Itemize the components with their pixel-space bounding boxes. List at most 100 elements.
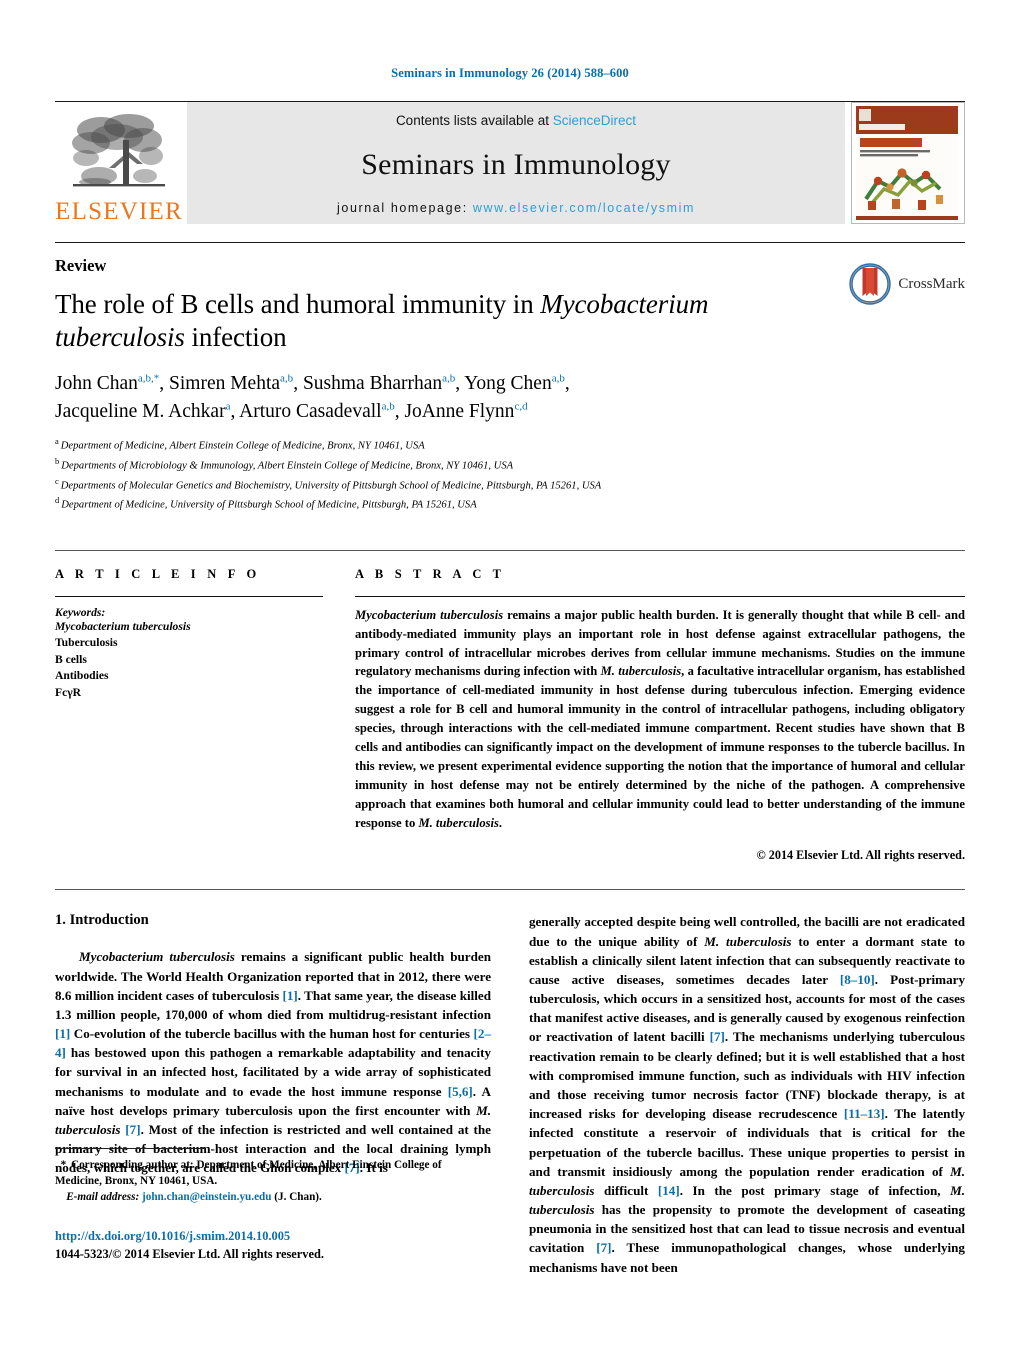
- intro-text-c: Co-evolution of the tubercle bacillus wi…: [70, 1026, 474, 1042]
- crossmark-badge[interactable]: CrossMark: [849, 263, 965, 305]
- affiliation-mark: d: [55, 495, 60, 506]
- title-genus: Mycobacterium: [540, 289, 709, 319]
- intro-mtb-2: M. tuberculosis: [704, 933, 792, 949]
- title-species: tuberculosis: [55, 321, 185, 352]
- author-affil-marks: a,b: [280, 372, 294, 385]
- intro-lead-italic: Mycobacterium tuberculosis: [78, 949, 235, 965]
- elsevier-tree-icon: [72, 114, 165, 187]
- intro-r-text-g: . In the post primary stage of infection…: [679, 1182, 951, 1198]
- citation-ref[interactable]: [7]: [710, 1029, 725, 1044]
- intro-text-d: has bestowed upon this pathogen a remark…: [55, 1045, 491, 1099]
- corresponding-author-note: * Corresponding author at: Department of…: [55, 1157, 491, 1189]
- page-title: The role of B cells and humoral immunity…: [55, 288, 745, 354]
- citation-ref[interactable]: [14]: [658, 1183, 680, 1198]
- author-affil-marks: a,b: [442, 372, 456, 385]
- email-owner: (J. Chan).: [271, 1191, 322, 1204]
- running-head: Seminars in Immunology 26 (2014) 588–600: [391, 66, 629, 80]
- citation-ref[interactable]: [1]: [283, 988, 298, 1003]
- info-abstract-section: A R T I C L E I N F O Keywords: Mycobact…: [55, 549, 965, 864]
- author-name[interactable]: Simren Mehta: [169, 373, 280, 394]
- abstract-column: A B S T R A C T Mycobacterium tuberculos…: [355, 567, 965, 864]
- author-name[interactable]: John Chan: [55, 373, 138, 394]
- affiliation-mark: a: [55, 436, 59, 447]
- email-note: E-mail address: john.chan@einstein.yu.ed…: [55, 1189, 491, 1205]
- journal-cover-thumbnail: [851, 102, 965, 224]
- email-link[interactable]: john.chan@einstein.yu.edu: [142, 1191, 271, 1203]
- affiliation-text: Departments of Molecular Genetics and Bi…: [60, 480, 602, 492]
- elsevier-logo: ELSEVIER: [55, 102, 183, 224]
- cover-artwork-icon: [852, 103, 962, 223]
- doi-link[interactable]: http://dx.doi.org/10.1016/j.smim.2014.10…: [55, 1228, 491, 1246]
- citation-ref[interactable]: [7]: [125, 1122, 140, 1137]
- footnote-divider: [55, 1148, 205, 1149]
- masthead-center-band: Contents lists available at ScienceDirec…: [187, 102, 845, 224]
- journal-homepage-line: journal homepage: www.elsevier.com/locat…: [337, 201, 695, 215]
- citation-ref[interactable]: [1]: [55, 1026, 70, 1041]
- issn-copyright-line: 1044-5323/© 2014 Elsevier Ltd. All right…: [55, 1246, 324, 1261]
- keyword-item: B cells: [55, 652, 87, 666]
- intro-paragraph-left: Mycobacterium tuberculosis remains a sig…: [55, 947, 491, 1177]
- keyword-item: Antibodies: [55, 669, 109, 683]
- intro-paragraph-right: generally accepted despite being well co…: [529, 912, 965, 1276]
- abstract-mtb-1: M. tuberculosis: [600, 664, 682, 679]
- body-column-right: generally accepted despite being well co…: [529, 912, 965, 1276]
- author-name[interactable]: Sushma Bharrhan: [303, 373, 442, 394]
- divider: [355, 595, 965, 597]
- affiliation-item: a Department of Medicine, Albert Einstein…: [55, 435, 965, 455]
- copyright-line: © 2014 Elsevier Ltd. All rights reserved…: [756, 848, 965, 863]
- abstract-heading: A B S T R A C T: [355, 566, 506, 581]
- doi-block: http://dx.doi.org/10.1016/j.smim.2014.10…: [55, 1228, 491, 1264]
- author-name[interactable]: Jacqueline M. Achkar: [55, 401, 226, 422]
- author-affil-marks: a,b: [381, 400, 395, 413]
- author-affil-marks: a,b,*: [137, 372, 160, 385]
- affiliation-item: c Departments of Molecular Genetics and B…: [55, 475, 965, 495]
- citation-ref[interactable]: [8–10]: [840, 972, 875, 987]
- author-name[interactable]: Arturo Casadevall: [239, 401, 381, 422]
- affiliation-mark: c: [55, 475, 59, 486]
- email-label: E-mail address:: [66, 1191, 140, 1204]
- affiliation-item: b Departments of Microbiology & Immunolog…: [55, 455, 965, 475]
- article-header: CrossMark Review The role of B cells and…: [55, 242, 965, 514]
- author-affil-marks: c,d: [514, 400, 528, 413]
- footnote-block: * Corresponding author at: Department of…: [55, 1148, 491, 1264]
- corresponding-text: Corresponding author at: Department of M…: [55, 1159, 442, 1188]
- title-part-1: The role of B cells and humoral immunity…: [55, 289, 541, 319]
- author-affil-marks: a,b: [551, 372, 565, 385]
- section-heading-introduction: 1. Introduction: [55, 912, 149, 929]
- homepage-url-link[interactable]: www.elsevier.com/locate/ysmim: [473, 201, 695, 215]
- keyword-item: Tuberculosis: [55, 636, 118, 650]
- divider: [55, 889, 965, 891]
- journal-title: Seminars in Immunology: [361, 147, 671, 181]
- affiliation-mark: b: [55, 455, 60, 466]
- author-list: John Chana,b,*, Simren Mehtaa,b, Sushma …: [55, 372, 570, 422]
- abstract-part-2: , a facultative intracellular organism, …: [355, 664, 965, 830]
- divider: [55, 595, 323, 597]
- author-name[interactable]: JoAnne Flynn: [404, 401, 514, 422]
- article-info-heading: A R T I C L E I N F O: [55, 566, 261, 581]
- author-name[interactable]: Yong Chen: [464, 373, 551, 394]
- abstract-text: Mycobacterium tuberculosis remains a maj…: [355, 606, 965, 833]
- abstract-part-3: .: [498, 815, 503, 830]
- abstract-mtb-2: M. tuberculosis: [418, 815, 499, 830]
- citation-ref[interactable]: [7]: [596, 1240, 611, 1255]
- affiliation-item: d Department of Medicine, University of P…: [55, 494, 965, 514]
- intro-r-text-f: difficult: [594, 1182, 658, 1198]
- article-type: Review: [55, 256, 107, 275]
- affiliation-text: Department of Medicine, Albert Einstein …: [60, 440, 425, 452]
- keywords-label: Keywords:: [55, 605, 106, 619]
- keyword-item: FcγR: [55, 685, 82, 699]
- citation-ref[interactable]: [11–13]: [844, 1106, 885, 1121]
- affiliation-text: Department of Medicine, University of Pi…: [61, 499, 477, 511]
- homepage-label: journal homepage:: [337, 201, 473, 215]
- citation-ref[interactable]: [5,6]: [448, 1084, 473, 1099]
- affiliation-text: Departments of Microbiology & Immunology…: [61, 460, 514, 472]
- crossmark-label: CrossMark: [898, 275, 965, 292]
- paper-page: Seminars in Immunology 26 (2014) 588–600: [0, 0, 1020, 1351]
- title-part-2: infection: [184, 321, 287, 352]
- affiliation-list: a Department of Medicine, Albert Einstein…: [55, 435, 965, 514]
- author-affil-marks: a: [225, 400, 231, 413]
- elsevier-wordmark: ELSEVIER: [55, 198, 183, 225]
- contents-prefix: Contents lists available at: [395, 113, 553, 128]
- sciencedirect-link[interactable]: ScienceDirect: [553, 113, 636, 128]
- keyword-item: Mycobacterium tuberculosis: [55, 619, 191, 633]
